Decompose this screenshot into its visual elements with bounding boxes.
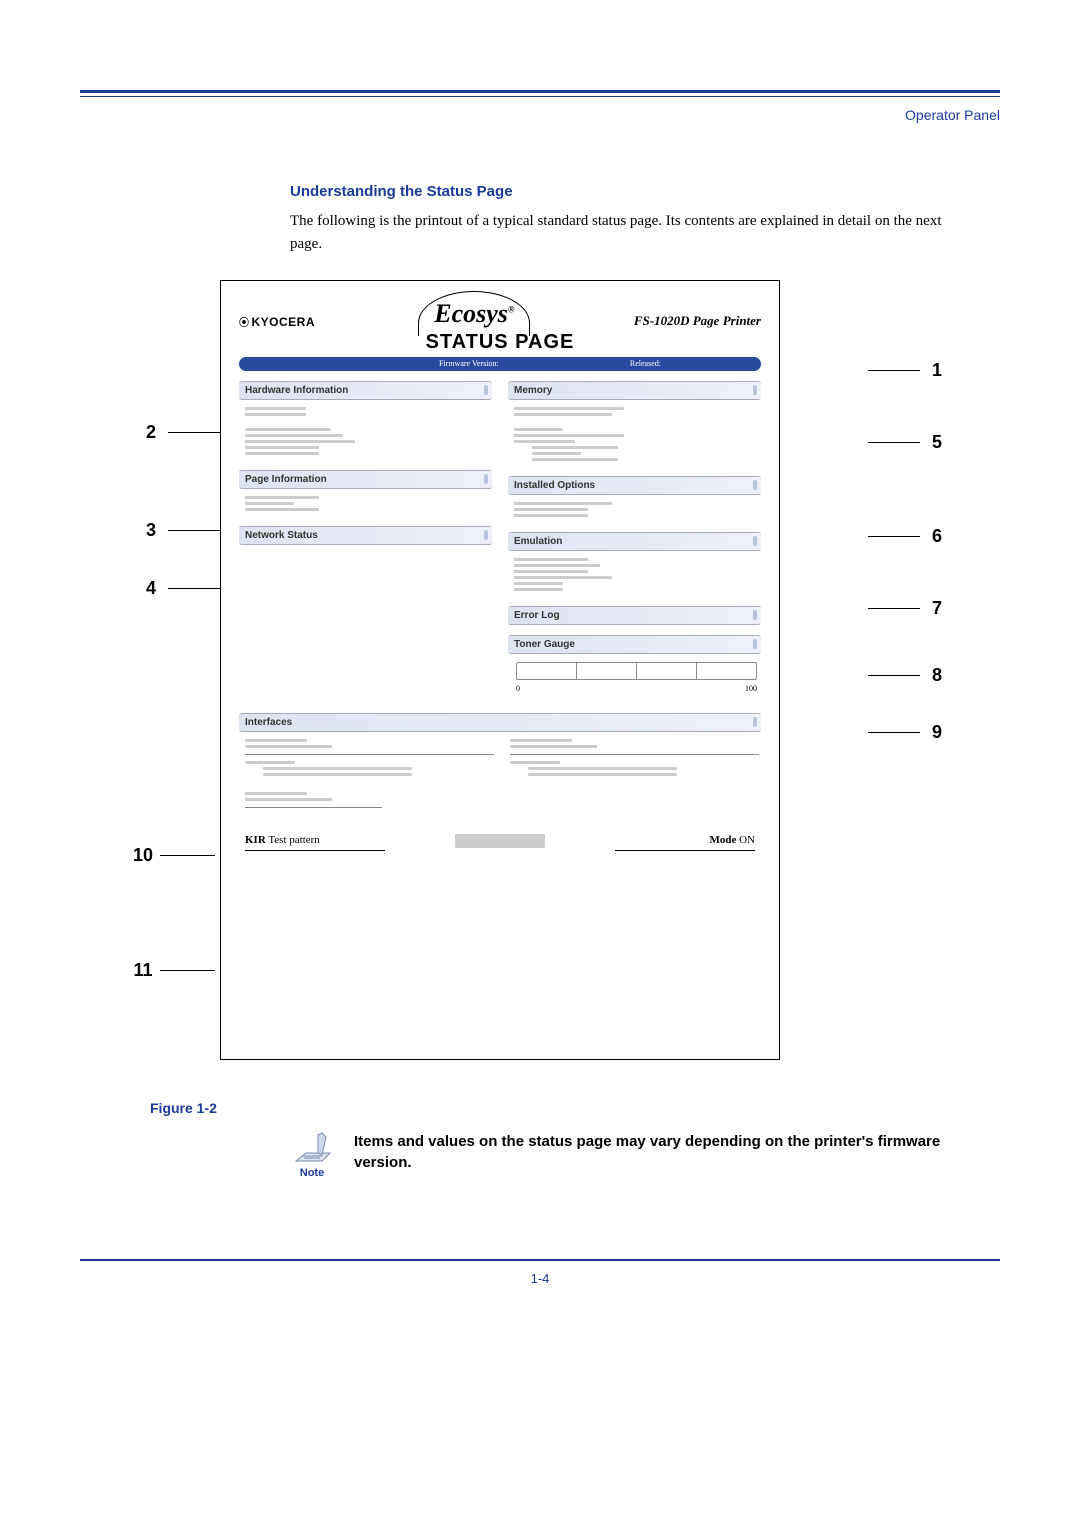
panel-hardware-info: Hardware Information bbox=[239, 381, 492, 400]
panel-interfaces: Interfaces bbox=[239, 713, 761, 732]
callout-7: 7 bbox=[926, 598, 948, 619]
callout-2: 2 bbox=[140, 422, 162, 443]
callout-5: 5 bbox=[926, 432, 948, 453]
callout-3: 3 bbox=[140, 520, 162, 541]
section-body: The following is the printout of a typic… bbox=[290, 210, 960, 255]
note-text: Items and values on the status page may … bbox=[354, 1131, 954, 1173]
status-page-diagram: 2 3 4 10 11 1 5 6 7 8 9 KYOCERA Ecosys® … bbox=[140, 280, 940, 1080]
printer-name: FS-1020D Page Printer bbox=[634, 313, 761, 329]
panel-error-log: Error Log bbox=[508, 606, 761, 625]
note-icon: Note bbox=[290, 1131, 334, 1179]
gauge-min: 0 bbox=[516, 684, 520, 693]
callout-10: 10 bbox=[132, 845, 154, 866]
panel-emulation: Emulation bbox=[508, 532, 761, 551]
note-label: Note bbox=[300, 1167, 324, 1179]
callout-9: 9 bbox=[926, 722, 948, 743]
panel-network-status: Network Status bbox=[239, 526, 492, 545]
kir-row: KIR Test pattern Mode ON bbox=[239, 830, 761, 851]
toner-gauge-bar bbox=[516, 662, 757, 680]
panel-memory: Memory bbox=[508, 381, 761, 400]
top-rule bbox=[80, 90, 1000, 93]
callout-4: 4 bbox=[140, 578, 162, 599]
panel-page-info: Page Information bbox=[239, 470, 492, 489]
footer-rule bbox=[80, 1259, 1000, 1261]
ecosys-logo: Ecosys® bbox=[315, 299, 634, 329]
firmware-bar: Firmware Version: Released: bbox=[239, 357, 761, 371]
callout-6: 6 bbox=[926, 526, 948, 547]
gauge-max: 100 bbox=[745, 684, 757, 693]
section-title: Understanding the Status Page bbox=[290, 183, 960, 200]
callout-8: 8 bbox=[926, 665, 948, 686]
top-rule-thin bbox=[80, 96, 1000, 97]
panel-installed-options: Installed Options bbox=[508, 476, 761, 495]
kir-pattern bbox=[455, 834, 545, 848]
figure-caption: Figure 1-2 bbox=[150, 1100, 1000, 1116]
page-number: 1-4 bbox=[80, 1271, 1000, 1286]
status-page-printout: KYOCERA Ecosys® FS-1020D Page Printer ST… bbox=[220, 280, 780, 1060]
kyocera-brand: KYOCERA bbox=[239, 314, 315, 329]
callout-11: 11 bbox=[132, 960, 154, 981]
header-label: Operator Panel bbox=[80, 107, 1000, 123]
panel-toner-gauge: Toner Gauge bbox=[508, 635, 761, 654]
callout-1: 1 bbox=[926, 360, 948, 381]
